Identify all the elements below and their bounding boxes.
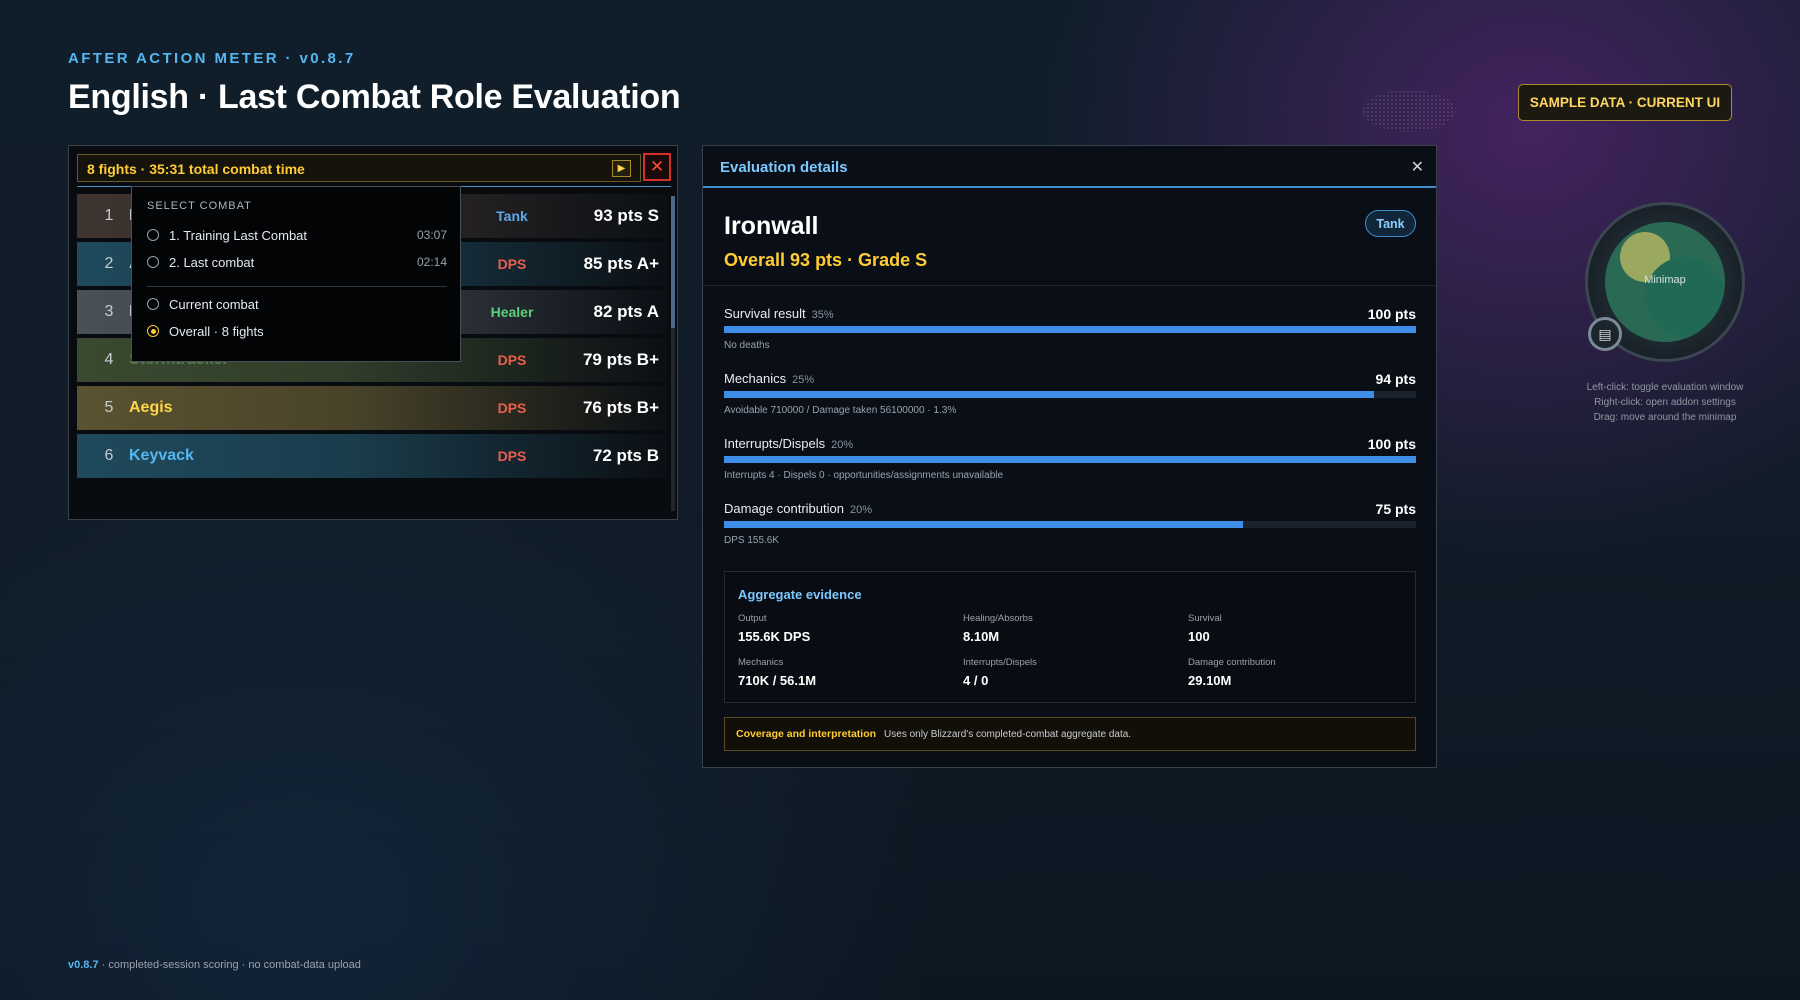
- row-role: DPS: [497, 400, 527, 416]
- row-score: 76 pts B+: [582, 398, 659, 417]
- dropdown-divider: [147, 286, 447, 287]
- radio-icon[interactable]: [147, 256, 159, 268]
- minimap-help-text: Left-click: toggle evaluation window Rig…: [1586, 382, 1744, 423]
- footer-version: v0.8.7: [68, 959, 99, 971]
- combat-select-dropdown: SELECT COMBAT 1. Training Last Combat 03…: [131, 186, 461, 362]
- option-label: 2. Last combat: [169, 254, 255, 270]
- character-name: Ironwall: [724, 212, 819, 240]
- radio-icon[interactable]: [147, 325, 159, 337]
- row-rank: 4: [104, 351, 114, 368]
- row-score: 85 pts A+: [583, 254, 659, 273]
- evidence-damage: Damage contribution 29.10M: [1188, 657, 1276, 688]
- ranking-row[interactable]: 5 Aegis DPS 76 pts B+: [77, 386, 667, 430]
- row-role: DPS: [497, 256, 527, 272]
- row-player-name: Aegis: [129, 399, 173, 416]
- minimap-map: Minimap: [1605, 222, 1725, 342]
- divider: [703, 285, 1436, 286]
- metric-weight: 25%: [792, 374, 815, 386]
- metric-bar-fill: [724, 391, 1375, 398]
- row-rank: 5: [104, 399, 114, 416]
- evidence-mechanics: Mechanics 710K / 56.1M: [738, 657, 817, 688]
- metric-note: Interrupts 4 · Dispels 0 · opportunities…: [724, 470, 1004, 481]
- combat-option-training[interactable]: 1. Training Last Combat 03:07: [147, 225, 447, 245]
- overall-score: Overall 93 pts · Grade S: [724, 250, 928, 270]
- metric-points: 94 pts: [1375, 371, 1416, 387]
- metric-label: Interrupts/Dispels 20%: [724, 436, 854, 451]
- option-label: Overall · 8 fights: [169, 323, 264, 339]
- coverage-title: Coverage and interpretation: [736, 728, 877, 740]
- metric-label: Damage contribution 20%: [724, 501, 872, 516]
- row-rank: 3: [104, 303, 114, 320]
- evidence-output: Output 155.6K DPS: [738, 613, 811, 644]
- metric-weight: 35%: [811, 309, 834, 321]
- metric-bar: [724, 391, 1416, 398]
- decorative-dots: [1362, 90, 1456, 132]
- evaluation-panel: Evaluation details ✕ Ironwall Tank Overa…: [702, 145, 1437, 768]
- evidence-healing: Healing/Absorbs 8.10M: [963, 613, 1033, 644]
- radio-icon[interactable]: [147, 229, 159, 241]
- combat-option-overall[interactable]: Overall · 8 fights: [147, 321, 447, 341]
- evaluation-title: Evaluation details: [720, 159, 848, 176]
- row-role: Tank: [496, 208, 528, 224]
- minimap-label: Minimap: [1644, 274, 1686, 286]
- option-time: 02:14: [416, 255, 447, 269]
- metric-label: Mechanics 25%: [724, 371, 815, 386]
- metric-bar-fill: [724, 521, 1243, 528]
- play-icon[interactable]: ▶: [612, 160, 631, 177]
- coverage-text: Uses only Blizzard's completed-combat ag…: [884, 728, 1132, 740]
- close-icon[interactable]: ✕: [1411, 157, 1424, 177]
- ranking-row[interactable]: 6 Keyvack DPS 72 pts B: [77, 434, 667, 478]
- dropdown-label: SELECT COMBAT: [147, 200, 252, 212]
- evidence-interrupts: Interrupts/Dispels 4 / 0: [963, 657, 1037, 688]
- row-role: Healer: [490, 304, 534, 320]
- radio-icon[interactable]: [147, 298, 159, 310]
- evidence-title: Aggregate evidence: [738, 587, 862, 602]
- metric-note: No deaths: [724, 340, 770, 351]
- metric-bar: [724, 456, 1416, 463]
- brand-label: AFTER ACTION METER · v0.8.7: [68, 50, 356, 67]
- row-rank: 2: [104, 255, 114, 272]
- combat-summary-text: 8 fights · 35:31 total combat time: [87, 161, 305, 177]
- row-role: DPS: [497, 352, 527, 368]
- row-role: DPS: [497, 448, 527, 464]
- row-player-name: Keyvack: [129, 447, 194, 464]
- row-score: 72 pts B: [592, 446, 659, 465]
- combat-option-last[interactable]: 2. Last combat 02:14: [147, 252, 447, 272]
- close-icon[interactable]: ✕: [643, 153, 671, 181]
- metric-weight: 20%: [849, 504, 872, 516]
- option-label: 1. Training Last Combat: [169, 227, 308, 243]
- metric-note: Avoidable 710000 / Damage taken 56100000…: [724, 405, 957, 416]
- aggregate-evidence-box: Aggregate evidence Output 155.6K DPS Heal…: [724, 571, 1416, 703]
- combat-summary-bar[interactable]: 8 fights · 35:31 total combat time ▶: [77, 154, 641, 182]
- option-label: Current combat: [169, 296, 259, 312]
- option-time: 03:07: [416, 228, 447, 242]
- row-rank: 6: [104, 447, 114, 464]
- role-badge: Tank: [1365, 210, 1416, 237]
- footer-text: · completed-session scoring · no combat-…: [98, 959, 361, 971]
- row-rank: 1: [104, 207, 114, 224]
- scrollbar-thumb[interactable]: [671, 196, 675, 328]
- metric-weight: 20%: [831, 439, 854, 451]
- combat-option-current[interactable]: Current combat: [147, 294, 447, 314]
- metric-points: 100 pts: [1367, 436, 1416, 452]
- metric-points: 75 pts: [1375, 501, 1416, 517]
- evidence-survival: Survival 100: [1188, 613, 1222, 644]
- sample-data-badge: SAMPLE DATA · CURRENT UI: [1518, 84, 1732, 121]
- metric-bar: [724, 521, 1416, 528]
- metric-bar: [724, 326, 1416, 333]
- metric-note: DPS 155.6K: [724, 535, 780, 546]
- metric-label: Survival result 35%: [724, 306, 834, 321]
- metric-points: 100 pts: [1367, 306, 1416, 322]
- row-score: 79 pts B+: [582, 350, 659, 369]
- footer: v0.8.7 · completed-session scoring · no …: [68, 959, 361, 971]
- coverage-note: Coverage and interpretation Uses only Bl…: [724, 717, 1416, 751]
- evaluation-header: Evaluation details ✕: [703, 146, 1436, 188]
- row-score: 82 pts A: [593, 302, 659, 321]
- page-title: English · Last Combat Role Evaluation: [68, 78, 681, 116]
- row-score: 93 pts S: [593, 206, 659, 225]
- addon-minimap-button-icon[interactable]: ▤: [1588, 317, 1622, 351]
- metric-bar-fill: [724, 326, 1416, 333]
- metric-bar-fill: [724, 456, 1416, 463]
